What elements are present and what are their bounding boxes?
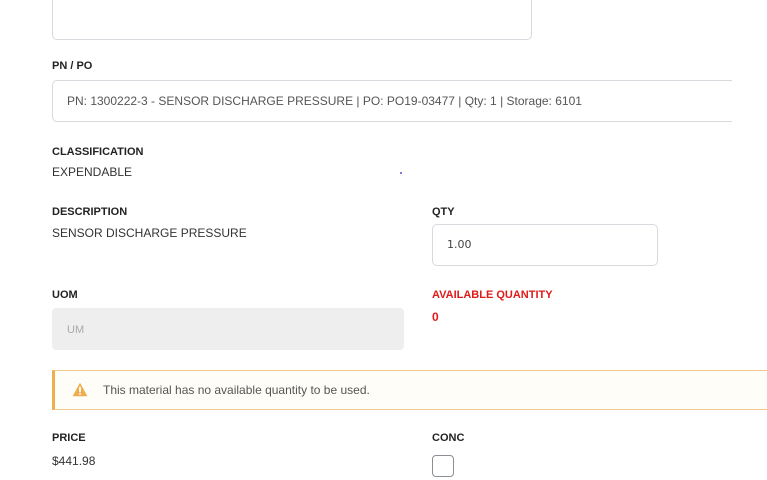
pn-po-label: PN / PO [52,60,93,72]
no-quantity-alert: This material has no available quantity … [52,370,767,410]
pn-po-field[interactable]: PN: 1300222-3 - SENSOR DISCHARGE PRESSUR… [52,80,732,122]
stray-dot [400,172,402,174]
qty-input[interactable]: 1.00 [432,224,658,266]
classification-value: EXPENDABLE [52,165,133,179]
description-value: SENSOR DISCHARGE PRESSURE [52,226,247,240]
available-quantity-value: 0 [432,310,439,324]
description-label: DESCRIPTION [52,206,128,218]
price-value: $441.98 [52,454,96,468]
qty-label: QTY [432,206,455,218]
classification-label: CLASSIFICATION [52,146,144,158]
uom-label: UOM [52,289,78,301]
alert-message: This material has no available quantity … [103,383,370,397]
uom-input[interactable]: UM [52,308,404,350]
warning-icon [72,382,88,402]
price-label: PRICE [52,432,86,444]
conc-label: CONC [432,432,465,444]
conc-checkbox[interactable] [432,455,454,477]
available-quantity-label: AVAILABLE QUANTITY [432,289,553,301]
top-input-field[interactable] [52,0,532,40]
